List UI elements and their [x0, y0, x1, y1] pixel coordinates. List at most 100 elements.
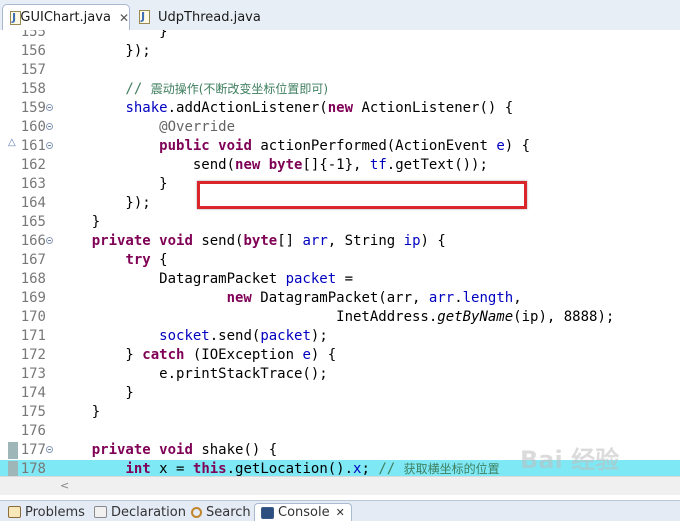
- code-token: arr: [302, 233, 328, 249]
- code-token: });: [58, 43, 151, 59]
- line-number: 172: [20, 347, 46, 363]
- close-icon[interactable]: ✕: [336, 506, 345, 519]
- code-token: try: [125, 252, 151, 268]
- line-number: 167: [20, 252, 46, 268]
- code-text: DatagramPacket packet =: [58, 270, 353, 289]
- line-number: 173: [20, 366, 46, 382]
- code-text: }: [58, 403, 100, 422]
- code-token: []: [277, 233, 303, 249]
- code-line[interactable]: 169 new DatagramPacket(arr, arr.length,: [0, 289, 680, 308]
- code-editor[interactable]: 155 } 156 }); 157 158 // 震动操作(不断改变坐标位置即可) 15…: [0, 30, 680, 476]
- code-token: .addActionListener(: [167, 100, 328, 116]
- code-line[interactable]: 170 InetAddress.getByName(ip), 8888);: [0, 308, 680, 327]
- code-text: InetAddress.getByName(ip), 8888);: [58, 308, 614, 327]
- code-token: shake() {: [192, 442, 278, 458]
- code-line[interactable]: 173 e.printStackTrace();: [0, 365, 680, 384]
- line-number: 175: [20, 404, 46, 420]
- view-tab-label: Declaration: [111, 504, 186, 520]
- watermark-logo: Bai 经验: [520, 446, 620, 474]
- code-token: void: [159, 442, 193, 458]
- code-line[interactable]: △ 161 public void actionPerformed(ActionE…: [0, 137, 680, 156]
- fold-toggle-icon[interactable]: [46, 142, 53, 149]
- code-text: private void send(byte[] arr, String ip)…: [58, 232, 446, 251]
- code-line[interactable]: 176: [0, 422, 680, 441]
- line-number: 156: [20, 43, 46, 59]
- scroll-left-icon[interactable]: <: [60, 479, 69, 492]
- code-line[interactable]: 162 send(new byte[]{-1}, tf.getText());: [0, 156, 680, 175]
- fold-toggle-icon[interactable]: [46, 446, 53, 453]
- code-token: actionPerformed(ActionEvent: [251, 138, 497, 154]
- code-token: });: [58, 195, 151, 211]
- view-tab-label: Console: [278, 505, 330, 520]
- code-line[interactable]: 160 @Override: [0, 118, 680, 137]
- line-number: 174: [20, 385, 46, 401]
- code-token: (ip), 8888);: [513, 309, 615, 325]
- view-tab-bar: Problems Declaration Search Console ✕: [0, 500, 680, 521]
- code-line[interactable]: 171 socket.send(packet);: [0, 327, 680, 346]
- tab-console[interactable]: Console ✕: [254, 503, 352, 521]
- fold-toggle-icon[interactable]: [46, 104, 53, 111]
- code-line[interactable]: 156 });: [0, 42, 680, 61]
- code-token: this: [192, 461, 227, 476]
- code-token: e.printStackTrace();: [58, 366, 328, 382]
- code-line[interactable]: 174 }: [0, 384, 680, 403]
- code-token: packet: [260, 328, 311, 344]
- code-token: );: [310, 328, 328, 344]
- line-number: 163: [20, 176, 46, 192]
- code-line[interactable]: 167 try {: [0, 251, 680, 270]
- view-tab-label: Problems: [25, 504, 85, 520]
- line-number: 160: [20, 119, 46, 135]
- code-text: e.printStackTrace();: [58, 365, 328, 384]
- code-line[interactable]: 159 shake.addActionListener(new ActionLi…: [0, 99, 680, 118]
- fold-toggle-icon[interactable]: [46, 237, 53, 244]
- code-line[interactable]: 175 }: [0, 403, 680, 422]
- code-line[interactable]: 158 // 震动操作(不断改变坐标位置即可): [0, 80, 680, 99]
- code-token: }: [58, 30, 168, 40]
- line-number: 164: [20, 195, 46, 211]
- code-token: ) {: [420, 233, 446, 249]
- code-token: .getLocation().: [226, 461, 354, 476]
- tab-udpthread[interactable]: J UdpThread.java: [132, 4, 272, 30]
- code-text: }: [58, 384, 133, 403]
- close-icon[interactable]: ✕: [119, 11, 129, 25]
- code-token: {: [150, 252, 168, 268]
- code-token: 获取横坐标的位置: [403, 462, 500, 476]
- line-number: 165: [20, 214, 46, 230]
- view-tab-label: Search: [206, 504, 251, 520]
- code-text: private void shake() {: [58, 441, 277, 460]
- line-number: 176: [20, 423, 46, 439]
- code-line[interactable]: 172 } catch (IOException e) {: [0, 346, 680, 365]
- code-token: }: [58, 176, 168, 192]
- code-line[interactable]: 165 }: [0, 213, 680, 232]
- code-token: void: [159, 233, 193, 249]
- fold-toggle-icon[interactable]: [46, 123, 53, 130]
- code-line[interactable]: 168 DatagramPacket packet =: [0, 270, 680, 289]
- java-file-icon: J: [9, 10, 21, 25]
- code-line[interactable]: 155 }: [0, 30, 680, 42]
- code-token: =: [336, 271, 354, 287]
- code-token: DatagramPacket: [58, 271, 286, 287]
- editor-tab-bar: J GUIChart.java ✕ J UdpThread.java: [0, 0, 680, 31]
- code-token: e: [496, 138, 505, 154]
- tab-declaration[interactable]: Declaration: [94, 503, 186, 521]
- tab-label: UdpThread.java: [158, 9, 261, 25]
- tab-guichart[interactable]: J GUIChart.java ✕: [2, 4, 130, 30]
- line-number: 162: [20, 157, 46, 173]
- tab-label: GUIChart.java: [20, 10, 111, 25]
- code-token: new: [327, 100, 354, 116]
- search-icon: [191, 506, 202, 518]
- java-file-icon: J: [138, 10, 152, 24]
- tab-problems[interactable]: Problems: [8, 503, 85, 521]
- code-line[interactable]: 157: [0, 61, 680, 80]
- code-token: .send(: [209, 328, 261, 344]
- code-line[interactable]: 166 private void send(byte[] arr, String…: [0, 232, 680, 251]
- code-token: []{-1},: [302, 157, 370, 173]
- code-token: packet: [285, 271, 337, 287]
- tab-search[interactable]: Search: [191, 503, 251, 521]
- code-token: ) {: [310, 347, 337, 363]
